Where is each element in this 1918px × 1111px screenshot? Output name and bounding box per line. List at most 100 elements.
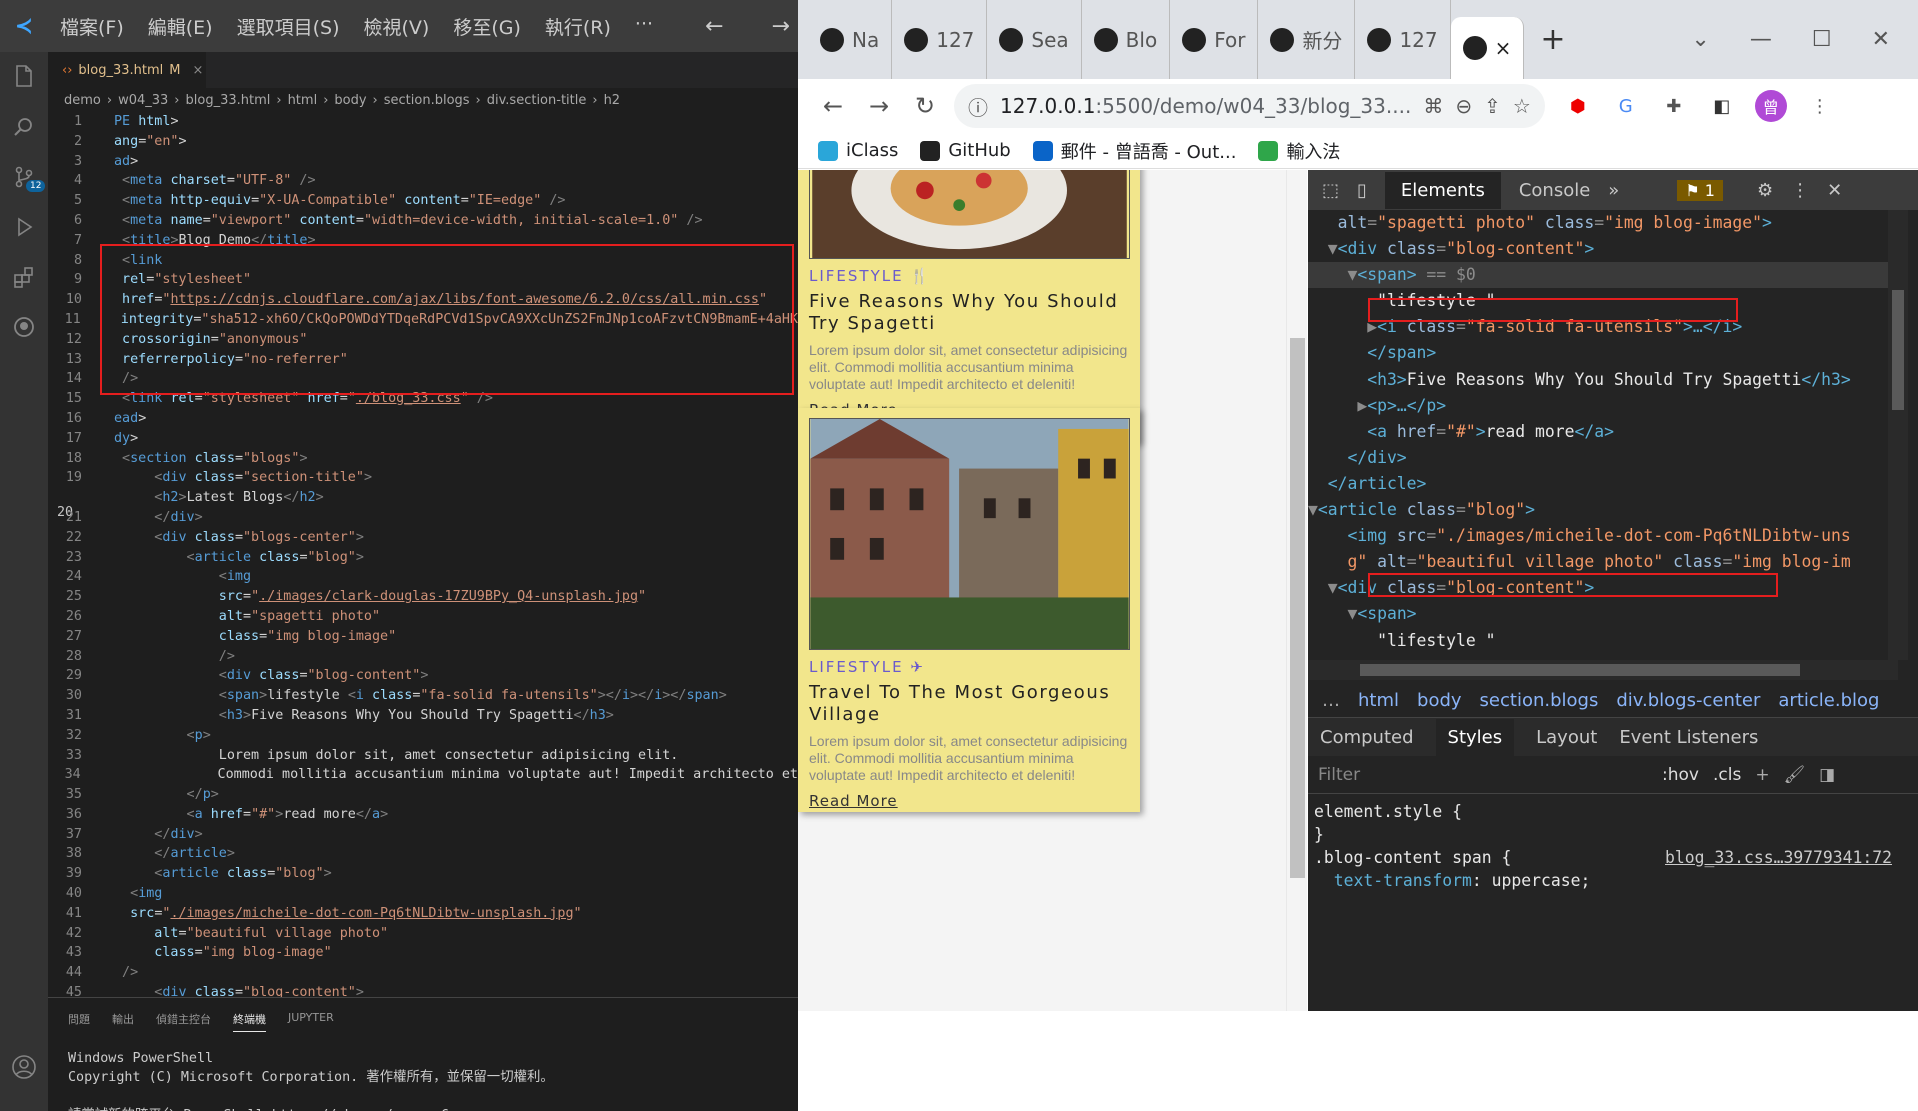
translate-icon[interactable]: ⌘ bbox=[1423, 94, 1443, 118]
styles-filter-input[interactable]: Filter bbox=[1318, 765, 1648, 785]
menu-item[interactable]: ··· bbox=[623, 13, 665, 40]
site-info-icon[interactable]: ⓘ bbox=[968, 92, 988, 121]
terminal-output[interactable]: Windows PowerShell Copyright (C) Microsof… bbox=[48, 1032, 798, 1111]
bookmark-item[interactable]: 輸入法 bbox=[1258, 138, 1340, 164]
dom-node-line[interactable]: ▼<div class="blog-content"> bbox=[1308, 236, 1888, 262]
warning-badge[interactable]: ⚑ 1 bbox=[1677, 179, 1723, 201]
github-icon[interactable] bbox=[0, 302, 48, 352]
tab-search-icon[interactable]: ⌄ bbox=[1691, 27, 1709, 52]
share-icon[interactable]: ⇪ bbox=[1484, 94, 1501, 118]
extensions-icon[interactable] bbox=[0, 252, 48, 302]
breadcrumb-item[interactable]: demo bbox=[64, 93, 101, 108]
browser-tab[interactable]: Sea bbox=[987, 0, 1082, 79]
breadcrumb-item[interactable]: h2 bbox=[604, 93, 621, 108]
translate-extension-icon[interactable]: G bbox=[1611, 91, 1641, 121]
bookmark-item[interactable]: 郵件 - 曾語喬 - Out... bbox=[1032, 138, 1236, 164]
extensions-puzzle-icon[interactable]: ✚ bbox=[1659, 91, 1689, 121]
breadcrumb-item[interactable]: section.blogs bbox=[384, 93, 470, 108]
scroll-thumb[interactable] bbox=[1892, 290, 1904, 410]
dom-node-line[interactable]: ▼<article class="blog"> bbox=[1308, 497, 1888, 523]
tab-close-icon[interactable]: × bbox=[192, 63, 203, 78]
run-debug-icon[interactable] bbox=[0, 202, 48, 252]
minimize-icon[interactable]: — bbox=[1750, 27, 1772, 52]
more-crumbs-icon[interactable]: … bbox=[1322, 690, 1340, 711]
breadcrumb-item[interactable]: w04_33 bbox=[118, 93, 168, 108]
breadcrumb-item[interactable]: body bbox=[334, 93, 366, 108]
account-icon[interactable] bbox=[0, 1042, 48, 1092]
sidebar-toggle-icon[interactable]: ◨ bbox=[1819, 765, 1835, 785]
browser-tab[interactable]: Na bbox=[808, 0, 893, 79]
page-scrollbar[interactable] bbox=[1286, 170, 1307, 1011]
chrome-menu-icon[interactable]: ⋮ bbox=[1805, 91, 1835, 121]
search-icon[interactable] bbox=[0, 102, 48, 152]
bookmark-item[interactable]: iClass bbox=[818, 140, 898, 161]
bookmark-star-icon[interactable]: ☆ bbox=[1513, 94, 1531, 118]
browser-tab-active[interactable]: × bbox=[1450, 17, 1525, 79]
dom-crumb[interactable]: section.blogs bbox=[1480, 690, 1599, 711]
browser-tab[interactable]: Blo bbox=[1082, 0, 1171, 79]
styles-subtab[interactable]: Layout bbox=[1536, 727, 1597, 748]
panel-tab[interactable]: JUPYTER bbox=[288, 1011, 334, 1032]
dom-crumb[interactable]: div.blogs-center bbox=[1616, 690, 1760, 711]
profile-avatar[interactable]: 曾 bbox=[1754, 90, 1787, 122]
devtools-menu-icon[interactable]: ⋮ bbox=[1791, 180, 1809, 201]
menu-item[interactable]: 檔案(F) bbox=[48, 13, 136, 40]
read-more-link[interactable]: Read More bbox=[809, 792, 1129, 810]
paint-icon[interactable]: 🖌 bbox=[1784, 765, 1806, 785]
devtools-close-icon[interactable]: ✕ bbox=[1827, 180, 1842, 201]
dom-node-line[interactable]: <h3>Five Reasons Why You Should Try Spag… bbox=[1308, 367, 1888, 393]
zoom-icon[interactable]: ⊖ bbox=[1455, 94, 1472, 118]
panel-tab[interactable]: 問題 bbox=[68, 1011, 90, 1032]
dom-node-line[interactable]: </article> bbox=[1308, 471, 1888, 497]
new-tab-button[interactable]: + bbox=[1524, 22, 1581, 57]
dom-node-line[interactable]: alt="spagetti photo" class="img blog-ima… bbox=[1308, 210, 1888, 236]
tab-console[interactable]: Console bbox=[1519, 180, 1590, 201]
dom-crumb[interactable]: html bbox=[1358, 690, 1399, 711]
breadcrumb-item[interactable]: html bbox=[288, 93, 318, 108]
bookmark-item[interactable]: GitHub bbox=[920, 140, 1011, 161]
new-rule-icon[interactable]: + bbox=[1755, 765, 1769, 785]
dom-scrollbar[interactable] bbox=[1888, 210, 1908, 660]
dom-crumb[interactable]: article.blog bbox=[1778, 690, 1879, 711]
menu-item[interactable]: 檢視(V) bbox=[352, 13, 442, 40]
adblock-extension-icon[interactable]: ⬢ bbox=[1563, 91, 1593, 121]
breadcrumb-item[interactable]: blog_33.html bbox=[186, 93, 271, 108]
editor-tab-blog-html[interactable]: ‹› blog_33.html M × bbox=[48, 52, 206, 88]
dom-node-line[interactable]: g" alt="beautiful village photo" class="… bbox=[1308, 549, 1888, 575]
menu-item[interactable]: 選取項目(S) bbox=[225, 13, 352, 40]
scroll-thumb[interactable] bbox=[1290, 338, 1305, 878]
dom-node-line[interactable]: ▶<p>…</p> bbox=[1308, 393, 1888, 419]
back-icon[interactable]: ← bbox=[810, 92, 856, 120]
panel-tab[interactable]: 終端機 bbox=[233, 1011, 266, 1032]
forward-icon[interactable]: → bbox=[856, 92, 902, 120]
tab-close-icon[interactable]: × bbox=[1495, 36, 1512, 60]
address-bar[interactable]: ⓘ 127.0.0.1:5500/demo/w04_33/blog_33....… bbox=[954, 84, 1545, 128]
source-control-icon[interactable] bbox=[0, 152, 48, 202]
dom-crumb[interactable]: body bbox=[1417, 690, 1462, 711]
scroll-thumb[interactable] bbox=[1360, 664, 1800, 676]
styles-subtab[interactable]: Styles bbox=[1435, 718, 1515, 756]
class-toggle[interactable]: .cls bbox=[1713, 765, 1741, 785]
back-arrow-icon[interactable]: ← bbox=[697, 14, 731, 39]
dom-node-line[interactable]: <img src="./images/micheile-dot-com-Pq6t… bbox=[1308, 523, 1888, 549]
maximize-icon[interactable]: ☐ bbox=[1812, 27, 1832, 52]
breadcrumb-item[interactable]: div.section-title bbox=[487, 93, 587, 108]
inspect-element-icon[interactable]: ⬚ bbox=[1322, 180, 1339, 201]
dom-node-line[interactable]: ▼<span> bbox=[1308, 601, 1888, 627]
dom-node-line[interactable]: ▼<span> == $0 bbox=[1308, 262, 1888, 289]
forward-arrow-icon[interactable]: → bbox=[764, 14, 798, 39]
browser-tab[interactable]: 新分 bbox=[1258, 0, 1356, 79]
more-tabs-icon[interactable]: » bbox=[1608, 180, 1619, 201]
styles-pane[interactable]: element.style {} .blog-content span {blog… bbox=[1308, 794, 1898, 1011]
dom-node-line[interactable]: <a href="#">read more</a> bbox=[1308, 419, 1888, 445]
stylesheet-link[interactable]: blog_33.css…39779341:72 bbox=[1665, 846, 1892, 869]
panel-tab[interactable]: 偵錯主控台 bbox=[156, 1011, 211, 1032]
browser-tab[interactable]: 127 bbox=[1355, 0, 1451, 79]
panel-tab[interactable]: 輸出 bbox=[112, 1011, 134, 1032]
settings-gear-icon[interactable]: ⚙ bbox=[1757, 180, 1773, 201]
browser-tab[interactable]: 127 bbox=[892, 0, 988, 79]
menu-item[interactable]: 移至(G) bbox=[441, 13, 533, 40]
tab-elements[interactable]: Elements bbox=[1384, 171, 1501, 209]
close-window-icon[interactable]: ✕ bbox=[1872, 27, 1890, 52]
explorer-icon[interactable] bbox=[0, 52, 48, 102]
